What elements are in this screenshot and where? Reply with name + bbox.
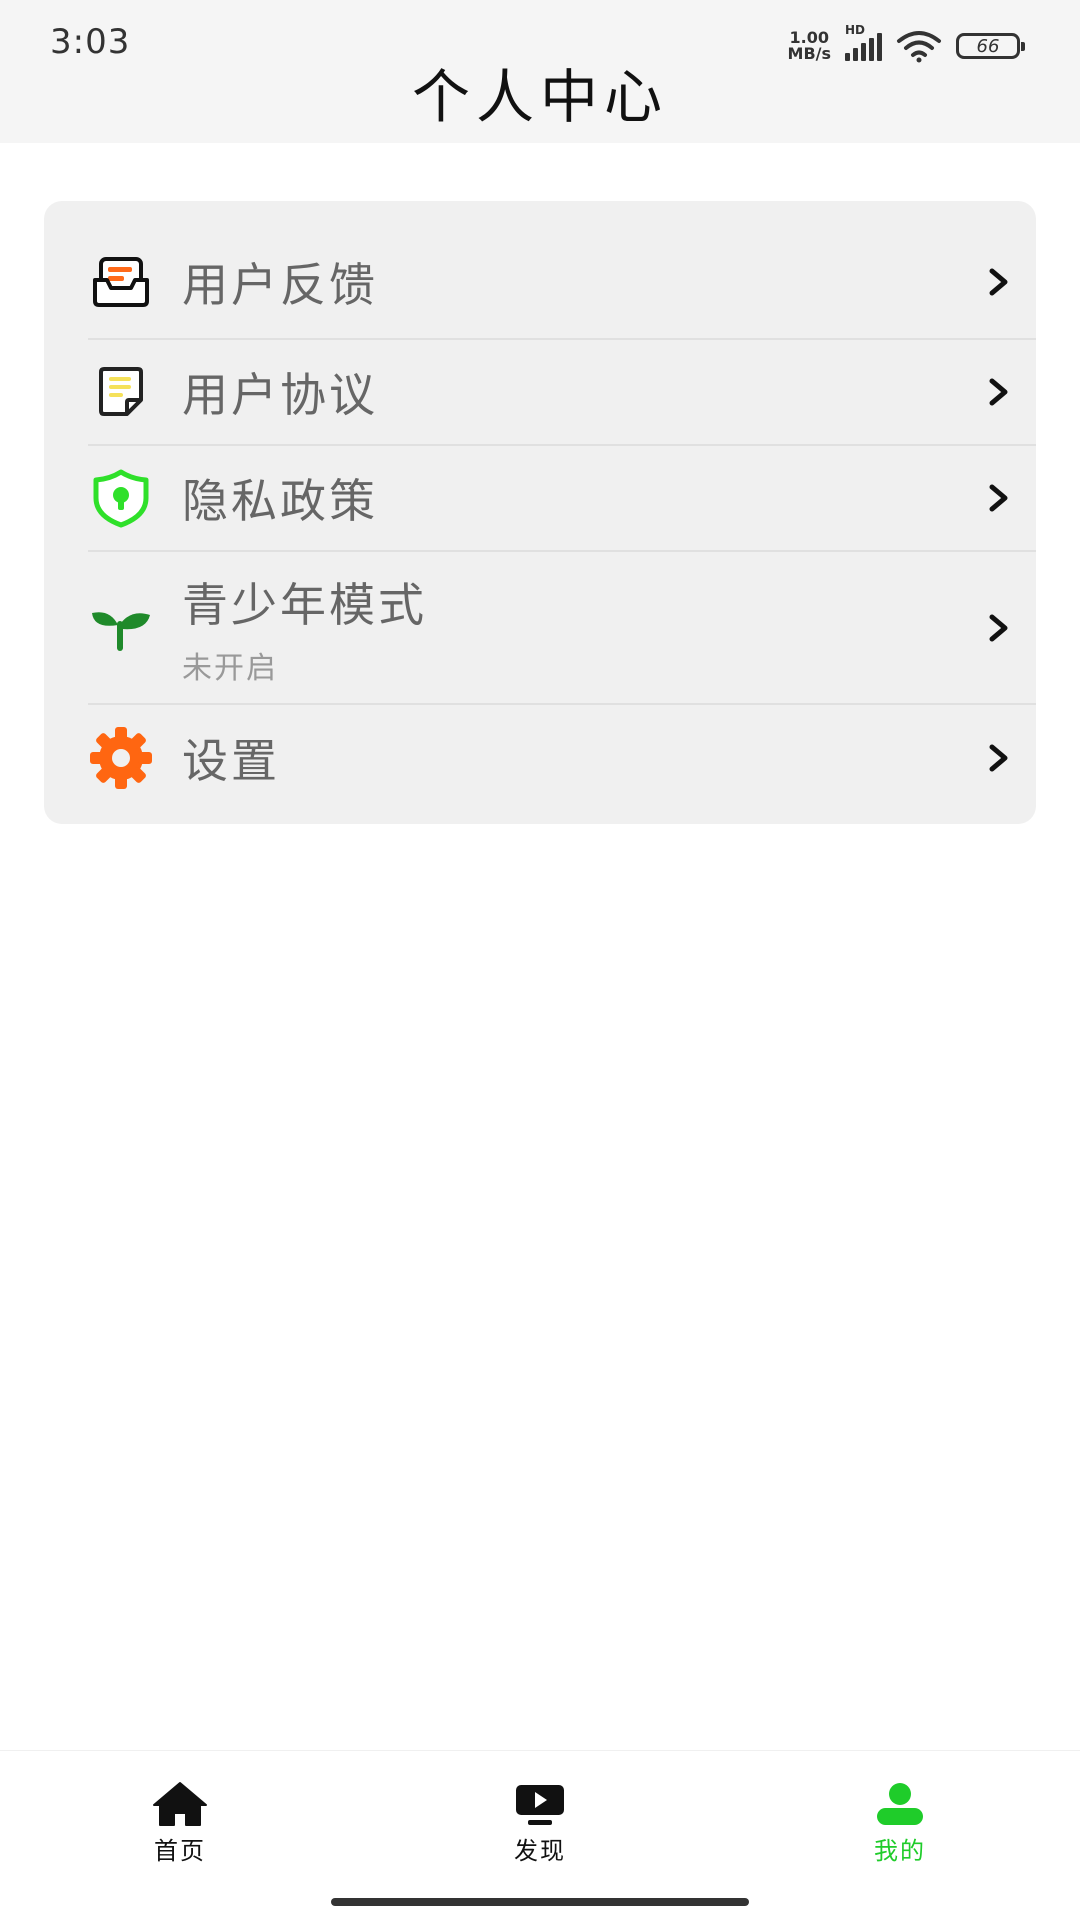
- chevron-right-icon: [989, 744, 1008, 772]
- shield-lock-icon: [88, 465, 154, 531]
- page-title: 个人中心: [411, 63, 668, 131]
- menu-item-settings[interactable]: 设置: [88, 705, 1036, 811]
- chevron-right-icon: [989, 378, 1008, 406]
- menu-card: 用户反馈 用户协议 隐私政策 青少年模式 未开启 设置: [44, 201, 1036, 824]
- menu-item-label: 用户反馈: [182, 258, 378, 312]
- menu-item-label: 设置: [182, 734, 280, 788]
- menu-item-youth-mode[interactable]: 青少年模式 未开启: [88, 552, 1036, 705]
- header-bar: 3:03 1.00 MB/s HD 66 个人中心: [0, 0, 1080, 143]
- tab-discover[interactable]: 发现: [470, 1781, 610, 1866]
- menu-item-label: 用户协议: [182, 368, 378, 422]
- home-indicator: [331, 1898, 749, 1906]
- home-icon: [153, 1782, 207, 1826]
- menu-item-label: 青少年模式: [182, 577, 427, 632]
- tab-label: 发现: [514, 1837, 566, 1865]
- tab-mine[interactable]: 我的: [830, 1781, 970, 1866]
- hd-label: HD: [845, 23, 866, 37]
- gear-icon: [88, 725, 154, 791]
- menu-item-privacy-policy[interactable]: 隐私政策: [88, 446, 1036, 552]
- chevron-right-icon: [989, 614, 1008, 641]
- menu-item-user-agreement[interactable]: 用户协议: [88, 340, 1036, 446]
- sprout-icon: [88, 595, 154, 661]
- menu-item-feedback[interactable]: 用户反馈: [88, 226, 1036, 340]
- youth-mode-status: 未开启: [182, 650, 278, 686]
- tab-home[interactable]: 首页: [110, 1781, 250, 1866]
- menu-item-label: 隐私政策: [182, 474, 378, 528]
- document-note-icon: [88, 359, 154, 425]
- chevron-right-icon: [989, 484, 1008, 512]
- tab-label: 我的: [874, 1837, 926, 1865]
- tab-label: 首页: [154, 1837, 206, 1865]
- feedback-tray-icon: [88, 249, 154, 315]
- play-screen-icon: [516, 1785, 564, 1825]
- chevron-right-icon: [989, 268, 1008, 296]
- person-icon: [877, 1783, 923, 1825]
- bottom-tab-bar: 首页 发现 我的: [0, 1750, 1080, 1921]
